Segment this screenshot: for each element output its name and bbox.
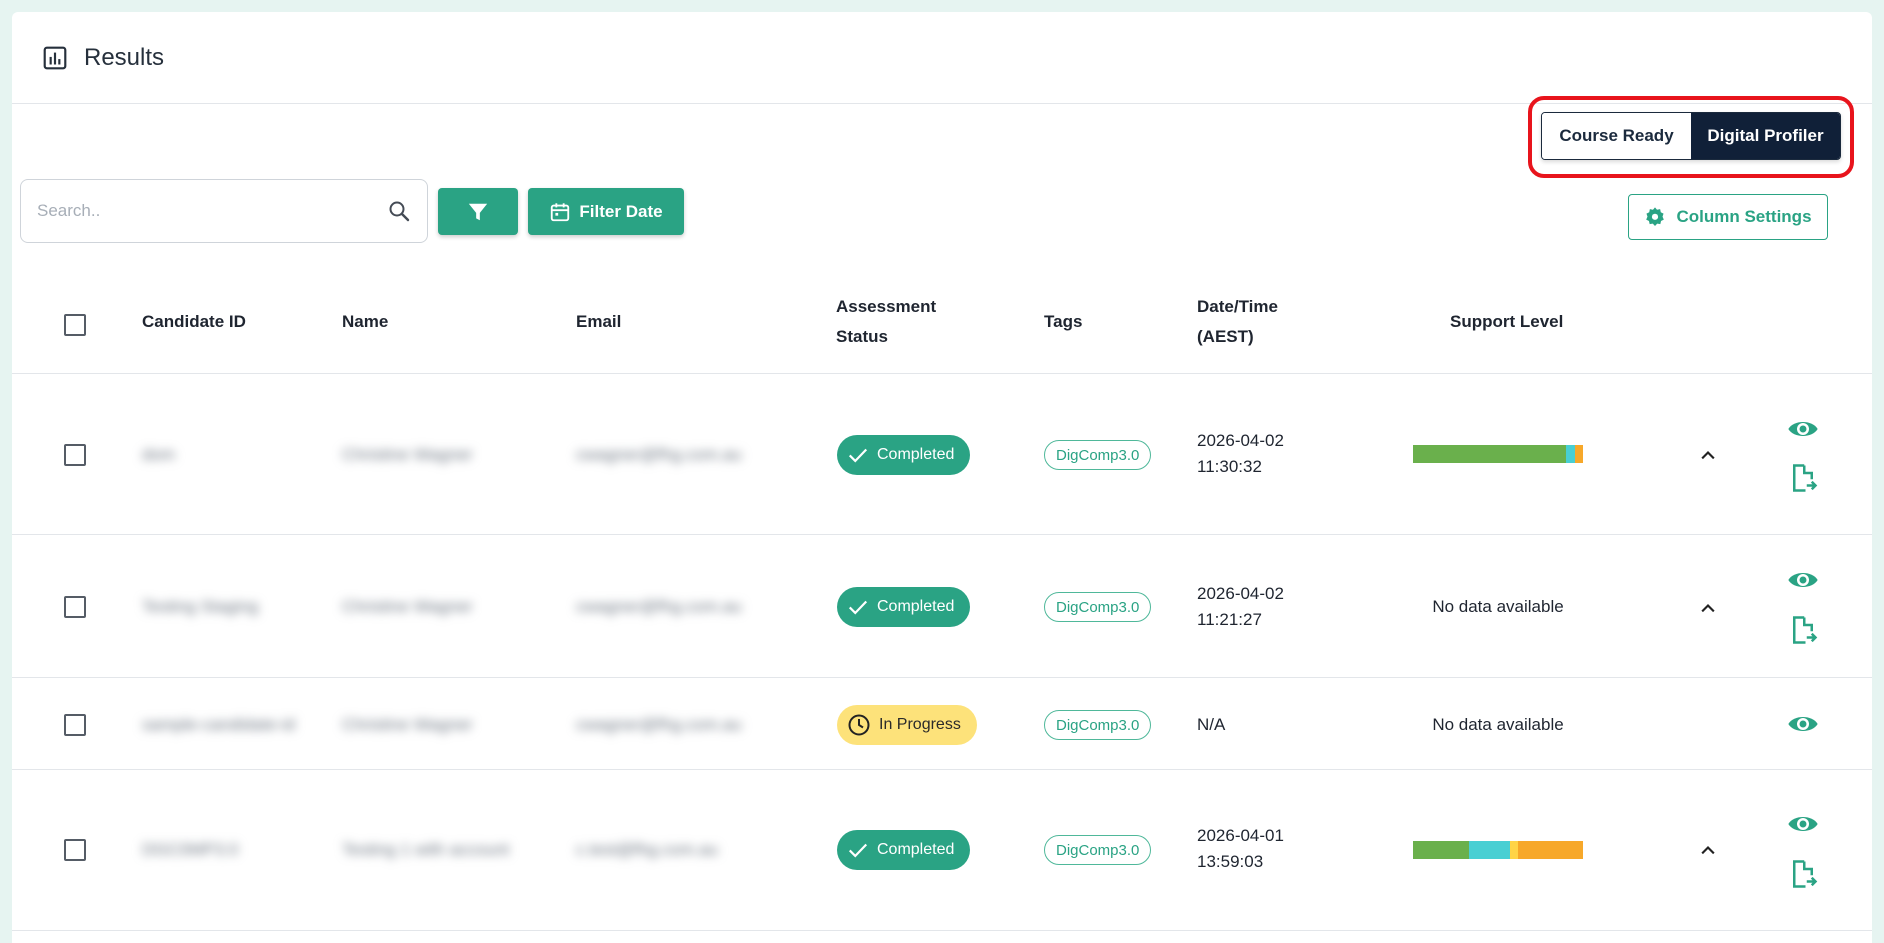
status-label: In Progress bbox=[879, 716, 961, 733]
candidate-email: cwagner@fhg.com.au bbox=[576, 597, 742, 616]
datetime: 2026-04-02 11:30:32 bbox=[1197, 428, 1284, 480]
status-label: Completed bbox=[877, 598, 955, 615]
header-assessment-status[interactable]: Assessment Status bbox=[836, 292, 936, 352]
tag-badge: DigComp3.0 bbox=[1044, 710, 1152, 740]
time: 11:21:27 bbox=[1197, 610, 1262, 629]
candidate-email: c.test@fhg.com.au bbox=[576, 840, 718, 859]
support-level-segment bbox=[1509, 841, 1519, 859]
row-checkbox[interactable] bbox=[64, 444, 86, 466]
search-placeholder: Search.. bbox=[37, 201, 101, 220]
candidate-id: dom bbox=[142, 445, 176, 464]
header-candidate-id[interactable]: Candidate ID bbox=[142, 307, 246, 337]
calendar-icon bbox=[551, 202, 570, 221]
support-level-segment bbox=[1566, 445, 1575, 463]
support-level-segment bbox=[1413, 841, 1470, 859]
header-status-line2: Status bbox=[836, 327, 888, 346]
row-checkbox[interactable] bbox=[64, 839, 86, 861]
tag-badge: DigComp3.0 bbox=[1044, 835, 1152, 865]
status-badge: Completed bbox=[837, 830, 971, 870]
candidate-name: Christine Wagner bbox=[342, 445, 473, 464]
header-datetime[interactable]: Date/Time (AEST) bbox=[1197, 292, 1278, 352]
export-file-icon[interactable] bbox=[1788, 859, 1818, 889]
support-level-segment bbox=[1574, 445, 1583, 463]
clock-icon bbox=[848, 714, 870, 736]
status-badge: Completed bbox=[837, 435, 971, 475]
select-all-checkbox[interactable] bbox=[64, 314, 86, 336]
table-row: sample-candidate-id Christine Wagner cwa… bbox=[12, 679, 1872, 770]
results-header: Results bbox=[12, 12, 1872, 104]
candidate-email: cwagner@fhg.com.au bbox=[576, 445, 742, 464]
candidate-name: Christine Wagner bbox=[342, 597, 473, 616]
filter-button[interactable] bbox=[438, 188, 518, 235]
support-level-bar bbox=[1413, 445, 1583, 463]
tag-badge: DigComp3.0 bbox=[1044, 440, 1152, 470]
header-support-level[interactable]: Support Level bbox=[1450, 307, 1563, 337]
support-level-segment bbox=[1413, 445, 1566, 463]
table-row: Testing Staging Christine Wagner cwagner… bbox=[12, 536, 1872, 678]
table-row: DGC0MP3.0 Testing 1 with account c.test@… bbox=[12, 771, 1872, 931]
candidate-email: cwagner@fhg.com.au bbox=[576, 715, 742, 734]
candidate-id: DGC0MP3.0 bbox=[142, 840, 239, 859]
header-datetime-line1: Date/Time bbox=[1197, 297, 1278, 316]
search-input[interactable]: Search.. bbox=[20, 179, 428, 243]
header-status-line1: Assessment bbox=[836, 297, 937, 316]
candidate-name: Christine Wagner bbox=[342, 715, 473, 734]
funnel-icon bbox=[468, 203, 488, 220]
header-email[interactable]: Email bbox=[576, 307, 621, 337]
date: 2026-04-01 bbox=[1197, 826, 1284, 845]
status-badge: In Progress bbox=[837, 705, 977, 745]
eye-icon[interactable] bbox=[1787, 708, 1819, 740]
chevron-up-icon[interactable] bbox=[1698, 598, 1718, 618]
search-icon[interactable] bbox=[387, 199, 411, 223]
header-tags[interactable]: Tags bbox=[1044, 307, 1082, 337]
support-level-no-data: No data available bbox=[1432, 597, 1564, 616]
page-title: Results bbox=[84, 43, 165, 71]
tag-badge: DigComp3.0 bbox=[1044, 592, 1152, 622]
candidate-id: Testing Staging bbox=[142, 597, 259, 616]
gear-icon bbox=[1646, 207, 1665, 226]
export-file-icon[interactable] bbox=[1788, 615, 1818, 645]
support-level-bar bbox=[1413, 841, 1583, 859]
time: 13:59:03 bbox=[1197, 852, 1264, 871]
datetime: N/A bbox=[1197, 715, 1226, 734]
row-checkbox[interactable] bbox=[64, 596, 86, 618]
check-icon bbox=[848, 843, 868, 858]
column-settings-button[interactable]: Column Settings bbox=[1628, 194, 1828, 240]
filter-date-label: Filter Date bbox=[579, 201, 663, 221]
view-toggle: Course Ready Digital Profiler bbox=[1541, 112, 1841, 160]
datetime: 2026-04-01 13:59:03 bbox=[1197, 823, 1284, 875]
status-label: Completed bbox=[877, 446, 955, 463]
eye-icon[interactable] bbox=[1787, 413, 1819, 445]
table-header: Candidate ID Name Email Assessment Statu… bbox=[12, 256, 1872, 374]
status-badge: Completed bbox=[837, 587, 971, 627]
candidate-id: sample-candidate-id bbox=[142, 715, 296, 734]
check-icon bbox=[848, 448, 868, 463]
row-checkbox[interactable] bbox=[64, 714, 86, 736]
digital-profiler-toggle[interactable]: Digital Profiler bbox=[1691, 113, 1840, 159]
eye-icon[interactable] bbox=[1787, 564, 1819, 596]
bar-chart-icon bbox=[43, 46, 67, 69]
status-label: Completed bbox=[877, 841, 955, 858]
table-row: dom Christine Wagner cwagner@fhg.com.au … bbox=[12, 375, 1872, 535]
date: 2026-04-02 bbox=[1197, 431, 1284, 450]
date: 2026-04-02 bbox=[1197, 584, 1284, 603]
support-level-no-data: No data available bbox=[1432, 715, 1564, 734]
support-level-segment bbox=[1518, 841, 1583, 859]
column-settings-label: Column Settings bbox=[1676, 207, 1812, 226]
chevron-up-icon[interactable] bbox=[1698, 445, 1718, 465]
course-ready-toggle[interactable]: Course Ready bbox=[1542, 113, 1691, 159]
filter-date-button[interactable]: Filter Date bbox=[528, 188, 684, 235]
chevron-up-icon[interactable] bbox=[1698, 840, 1718, 860]
eye-icon[interactable] bbox=[1787, 808, 1819, 840]
check-icon bbox=[848, 600, 868, 615]
header-name[interactable]: Name bbox=[342, 307, 388, 337]
export-file-icon[interactable] bbox=[1788, 463, 1818, 493]
header-datetime-line2: (AEST) bbox=[1197, 327, 1254, 346]
time: 11:30:32 bbox=[1197, 457, 1262, 476]
datetime: 2026-04-02 11:21:27 bbox=[1197, 581, 1284, 633]
support-level-segment bbox=[1469, 841, 1510, 859]
candidate-name: Testing 1 with account bbox=[342, 840, 510, 859]
